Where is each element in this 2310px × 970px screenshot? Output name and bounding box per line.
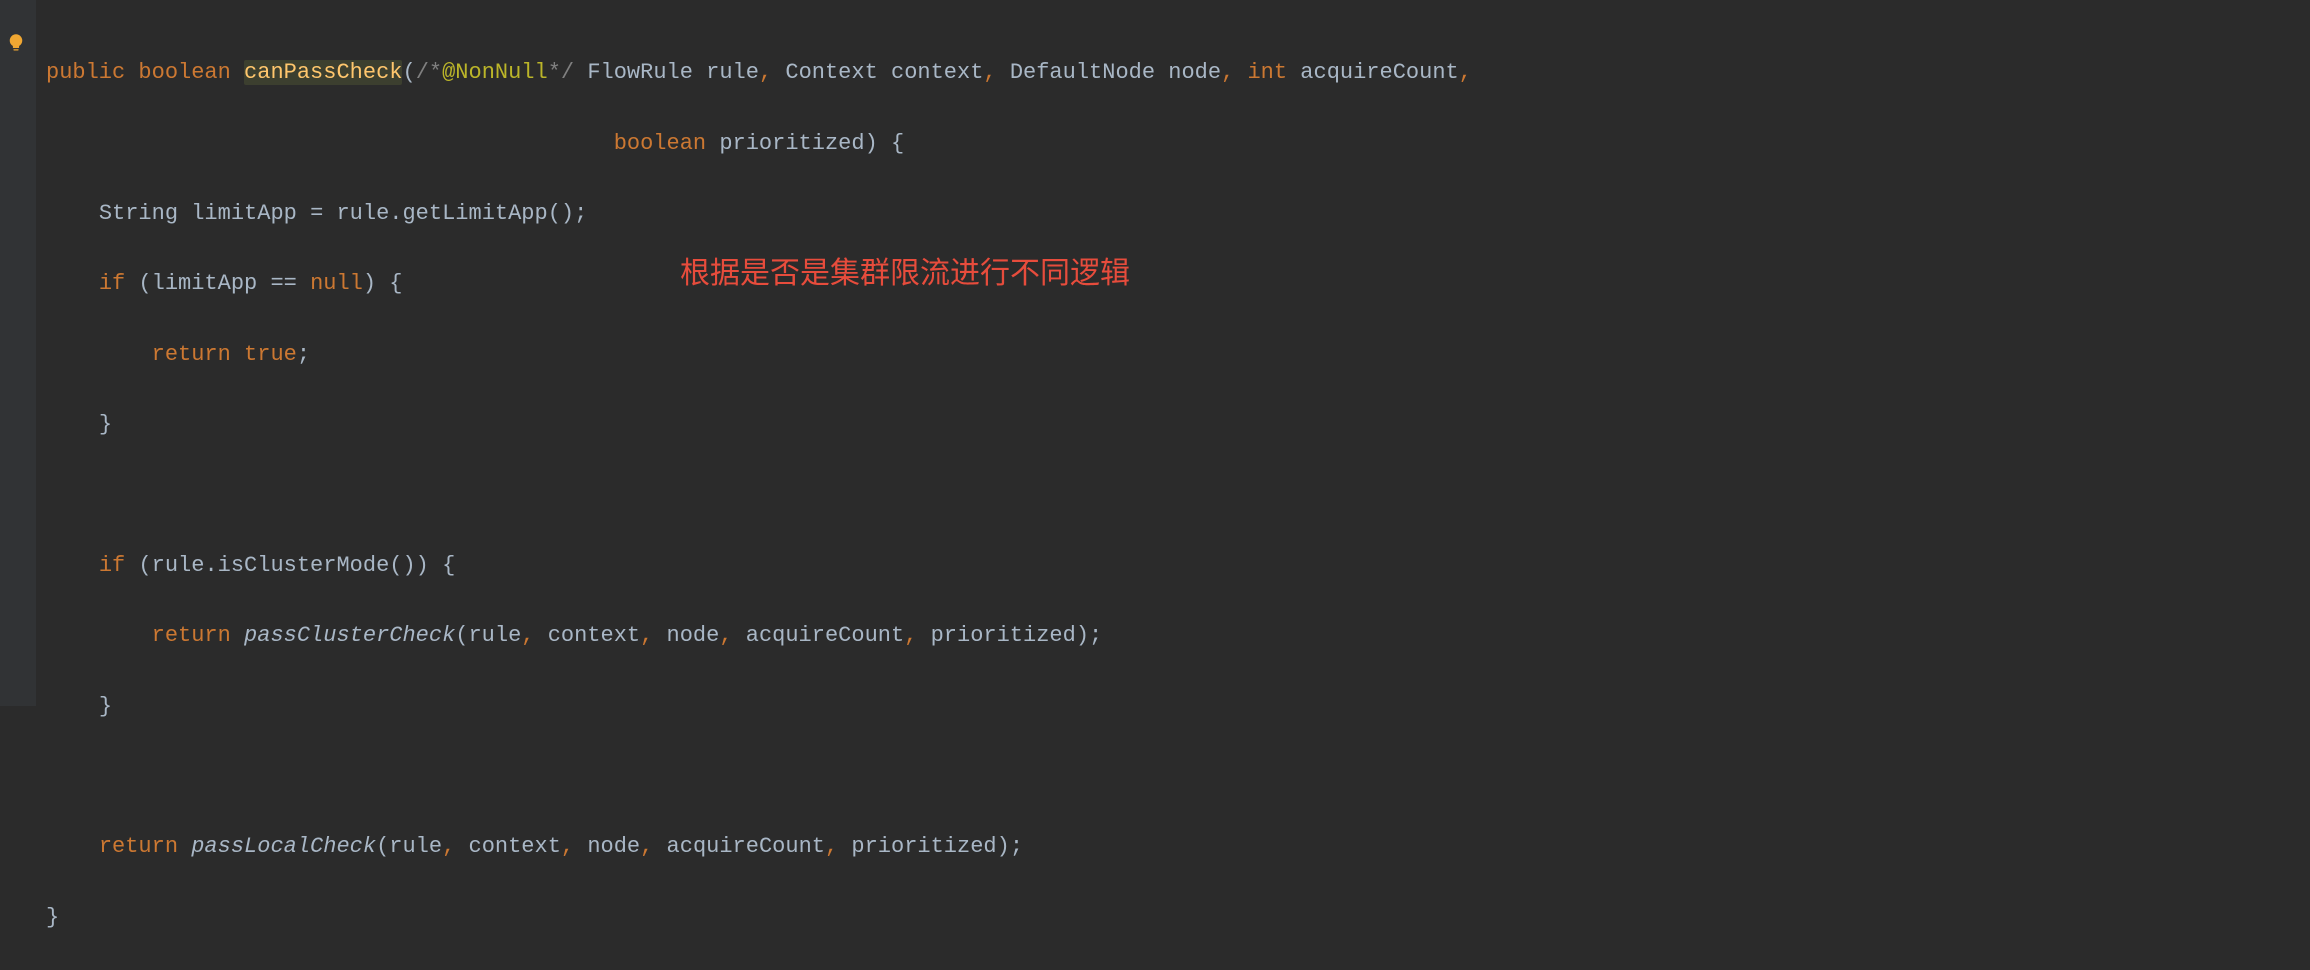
type: FlowRule xyxy=(587,60,693,85)
paren: ( xyxy=(402,60,415,85)
comment-close: */ xyxy=(548,60,574,85)
args: (rule xyxy=(376,834,442,859)
comma: , xyxy=(521,623,534,648)
method-call: isClusterMode xyxy=(218,553,390,578)
keyword-int: int xyxy=(1247,60,1287,85)
code-line xyxy=(46,759,1472,794)
brace: } xyxy=(99,412,112,437)
dot: . xyxy=(204,553,217,578)
comma: , xyxy=(442,834,455,859)
param: acquireCount xyxy=(1300,60,1458,85)
comma: , xyxy=(640,623,653,648)
method-name: canPassCheck xyxy=(244,60,402,85)
keyword-true: true xyxy=(244,342,297,367)
comma: , xyxy=(561,834,574,859)
param: prioritized xyxy=(719,131,864,156)
call: (); xyxy=(548,201,588,226)
param: rule xyxy=(706,60,759,85)
comma: , xyxy=(983,60,996,85)
brace: } xyxy=(46,905,59,930)
comma: , xyxy=(640,834,653,859)
code-line: public boolean canPassCheck(/*@NonNull*/… xyxy=(46,55,1472,90)
keyword-if: if xyxy=(99,553,125,578)
method-call: passClusterCheck xyxy=(244,623,455,648)
param: node xyxy=(1168,60,1221,85)
arg: context xyxy=(455,834,561,859)
comma: , xyxy=(825,834,838,859)
brace: { xyxy=(389,271,402,296)
code-line: String limitApp = rule.getLimitApp(); xyxy=(46,196,1472,231)
comma: , xyxy=(1221,60,1234,85)
arg: node xyxy=(653,623,719,648)
comma: , xyxy=(904,623,917,648)
type: DefaultNode xyxy=(1010,60,1155,85)
op: = xyxy=(310,201,323,226)
code-line: return passLocalCheck(rule, context, nod… xyxy=(46,829,1472,864)
arg: prioritized); xyxy=(917,623,1102,648)
op: == xyxy=(270,271,296,296)
obj: rule xyxy=(336,201,389,226)
gutter xyxy=(0,0,36,706)
arg: acquireCount xyxy=(733,623,905,648)
keyword-return: return xyxy=(152,342,231,367)
obj: rule xyxy=(152,553,205,578)
comma: , xyxy=(759,60,772,85)
dot: . xyxy=(389,201,402,226)
code-line: boolean prioritized) { xyxy=(46,126,1472,161)
arg: prioritized); xyxy=(838,834,1023,859)
comma: , xyxy=(719,623,732,648)
type: String xyxy=(99,201,178,226)
brace: } xyxy=(99,694,112,719)
code-line: } xyxy=(46,407,1472,442)
code-editor[interactable]: public boolean canPassCheck(/*@NonNull*/… xyxy=(46,20,1472,970)
var: limitApp xyxy=(191,201,297,226)
method-call: getLimitApp xyxy=(402,201,547,226)
brace: { xyxy=(442,553,455,578)
keyword-boolean: boolean xyxy=(614,131,706,156)
var: limitApp xyxy=(152,271,258,296)
keyword-boolean: boolean xyxy=(138,60,230,85)
code-line: } xyxy=(46,900,1472,935)
code-line: return true; xyxy=(46,337,1472,372)
comment-open: /* xyxy=(416,60,442,85)
call: ()) xyxy=(389,553,429,578)
paren: ) xyxy=(363,271,376,296)
type: Context xyxy=(785,60,877,85)
overlay-annotation: 根据是否是集群限流进行不同逻辑 xyxy=(680,250,1130,298)
code-line xyxy=(46,477,1472,512)
arg: context xyxy=(535,623,641,648)
annotation: @NonNull xyxy=(442,60,548,85)
method-call: passLocalCheck xyxy=(191,834,376,859)
param: context xyxy=(891,60,983,85)
paren: ( xyxy=(138,553,151,578)
arg: node xyxy=(574,834,640,859)
paren: ( xyxy=(138,271,151,296)
keyword-if: if xyxy=(99,271,125,296)
keyword-return: return xyxy=(99,834,178,859)
arg: acquireCount xyxy=(653,834,825,859)
keyword-null: null xyxy=(310,271,363,296)
comma: , xyxy=(1459,60,1472,85)
semi: ; xyxy=(297,342,310,367)
code-line: } xyxy=(46,689,1472,724)
keyword-return: return xyxy=(152,623,231,648)
paren: ) xyxy=(865,131,878,156)
code-line: if (rule.isClusterMode()) { xyxy=(46,548,1472,583)
args: (rule xyxy=(455,623,521,648)
brace: { xyxy=(891,131,904,156)
intention-bulb-icon[interactable] xyxy=(6,30,26,50)
keyword-public: public xyxy=(46,60,125,85)
code-line: return passClusterCheck(rule, context, n… xyxy=(46,618,1472,653)
